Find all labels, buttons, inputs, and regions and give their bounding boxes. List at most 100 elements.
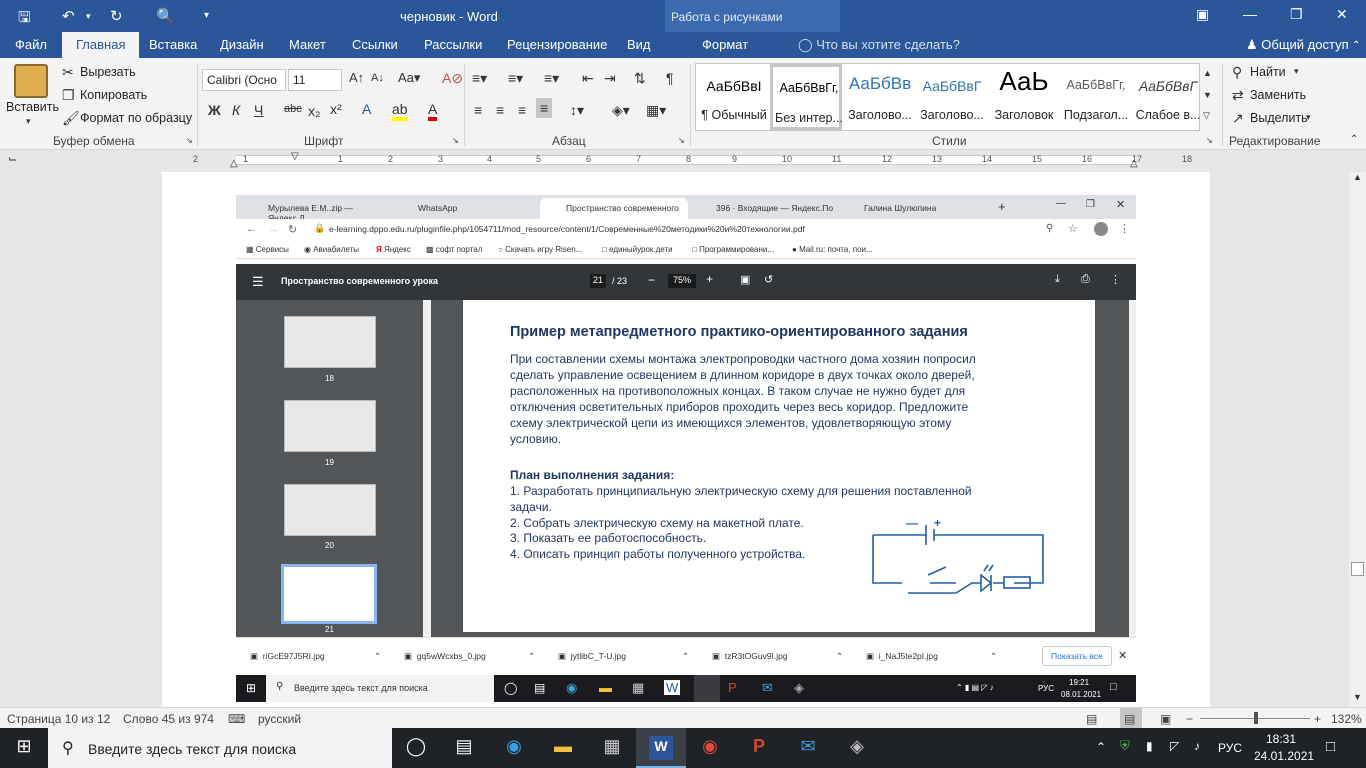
numbering-icon[interactable]: ≡▾ (508, 70, 523, 87)
horizontal-ruler[interactable]: ⌙ 2 1 1 2 3 4 5 6 7 8 9 10 11 12 13 14 1… (0, 150, 1366, 170)
inner-word-icon[interactable]: W (664, 680, 681, 695)
bullets-icon[interactable]: ≡▾ (472, 70, 487, 87)
clear-formatting-icon[interactable]: A⊘ (442, 70, 463, 87)
style-subtle-emphasis[interactable]: АаБбВвГ Слабое в... (1132, 64, 1204, 130)
tray-overflow-icon[interactable]: ⌃ (1096, 740, 1106, 754)
borders-icon[interactable]: ▦▾ (646, 102, 666, 119)
tab-selector-icon[interactable]: ⌙ (8, 152, 17, 165)
save-icon[interactable]: 🖫 (18, 7, 31, 32)
download-item[interactable]: ▣ riGcE97J5RI.jpg (250, 651, 325, 662)
show-formatting-icon[interactable]: ¶ (666, 70, 674, 86)
page-thumbnail-selected[interactable] (281, 564, 377, 624)
browser-menu-icon[interactable]: ⋮ (1119, 222, 1130, 235)
page-count-status[interactable]: Страница 10 из 12 (7, 712, 110, 726)
task-view-icon[interactable]: ▤ (452, 736, 476, 760)
tab-layout[interactable]: Макет (289, 37, 326, 52)
download-chevron-icon[interactable]: ⌃ (528, 651, 535, 662)
bookmark[interactable]: Я Яндекс (376, 245, 411, 254)
cortana-icon[interactable]: ◯ (404, 736, 428, 760)
tab-file[interactable]: Файл (15, 37, 47, 52)
collapse-ribbon-icon[interactable]: ⌃ (1352, 40, 1360, 51)
new-tab-icon[interactable]: + (998, 199, 1006, 214)
format-painter-button[interactable]: Формат по образцу (80, 111, 192, 125)
fit-page-icon[interactable]: ▣ (740, 273, 750, 286)
styles-scroll-down-icon[interactable]: ▼ (1203, 90, 1212, 100)
download-item[interactable]: ▣ jytlibC_T-U.jpg (558, 651, 626, 662)
tab-mailings[interactable]: Рассылки (424, 37, 482, 52)
font-size-combo[interactable]: 11 (288, 69, 342, 91)
browser-restore-icon[interactable]: ❐ (1086, 199, 1095, 210)
zoom-out-icon[interactable]: − (648, 273, 655, 287)
change-case-icon[interactable]: Aa▾ (398, 70, 420, 86)
bold-icon[interactable]: Ж (208, 102, 221, 118)
right-indent-marker-icon[interactable]: △ (1130, 158, 1138, 169)
url-field[interactable]: e-learning.dppo.edu.ru/pluginfile.php/10… (329, 224, 805, 234)
bookmark[interactable]: □ Программировани... (692, 245, 774, 254)
tab-insert[interactable]: Вставка (149, 37, 197, 52)
start-icon[interactable]: ⊞ (12, 736, 36, 760)
shading-icon[interactable]: ◈▾ (612, 102, 630, 119)
inner-tray-icons[interactable]: ⌃ ▮ ▤ ◸ ♪ (956, 683, 994, 692)
bookmark-apps[interactable]: ▦ Сервисы (246, 245, 289, 254)
align-left-icon[interactable]: ≡ (474, 102, 482, 118)
file-explorer-icon[interactable]: ▬ (551, 736, 575, 760)
browser-tab[interactable]: Мурылева Е.М..zip — Яндекс.Д (242, 198, 388, 223)
print-preview-icon[interactable]: 🔍 (156, 7, 175, 25)
read-mode-icon[interactable]: ▤ (1086, 712, 1097, 726)
zoom-level[interactable]: 132% (1331, 712, 1362, 726)
download-chevron-icon[interactable]: ⌃ (990, 651, 997, 662)
grow-font-icon[interactable]: A↑ (349, 70, 364, 85)
tab-home[interactable]: Главная (62, 32, 140, 58)
download-item[interactable]: ▣ i_NaJ5te2pI.jpg (866, 651, 938, 662)
collapse-ribbon-chevron-icon[interactable]: ⌃ (1350, 134, 1358, 145)
inner-language[interactable]: РУС (1038, 684, 1054, 693)
bookmark-star-icon[interactable]: ☆ (1068, 222, 1078, 235)
scroll-down-icon[interactable]: ▼ (1353, 692, 1362, 702)
cut-button[interactable]: Вырезать (80, 65, 136, 79)
reload-icon[interactable]: ↻ (288, 223, 297, 236)
network-icon[interactable]: ◸ (1170, 739, 1179, 753)
word-count-status[interactable]: Слово 45 из 974 (123, 712, 214, 726)
paragraph-launcher-icon[interactable]: ↘ (678, 136, 685, 145)
page-thumbnail[interactable] (284, 316, 376, 368)
page-thumbnail[interactable] (284, 400, 376, 452)
browser-tab[interactable]: 396 · Входящие — Яндекс.По (690, 198, 836, 219)
superscript-icon[interactable]: x² (330, 101, 342, 117)
download-item[interactable]: ▣ gq5wWcxbs_0.jpg (404, 651, 486, 662)
inner-calculator-icon[interactable]: ▦ (632, 680, 644, 696)
inner-powerpoint-icon[interactable]: P (728, 680, 737, 695)
undo-icon[interactable]: ↶ (62, 7, 75, 25)
left-indent-marker-icon[interactable]: △ (230, 158, 238, 169)
minimize-button[interactable]: — (1243, 6, 1257, 22)
back-icon[interactable]: ← (246, 223, 257, 235)
tab-references[interactable]: Ссылки (352, 37, 398, 52)
undo-dropdown-icon[interactable]: ▾ (86, 11, 91, 22)
pdf-scrollbar[interactable] (1129, 300, 1136, 637)
taskbar-search-box[interactable]: ⚲ Введите здесь текст для поиска (48, 728, 392, 768)
sort-icon[interactable]: ⇅ (634, 70, 646, 87)
print-layout-icon[interactable]: ▤ (1120, 708, 1142, 728)
embedded-screenshot-image[interactable]: Мурылева Е.М..zip — Яндекс.Д WhatsApp Пр… (236, 195, 1136, 702)
powerpoint-icon[interactable]: P (747, 736, 771, 760)
inner-taskview-icon[interactable]: ▤ (534, 681, 545, 695)
shrink-font-icon[interactable]: A↓ (371, 72, 384, 84)
language-status[interactable]: русский (258, 712, 301, 726)
download-item[interactable]: ▣ tzR3tOGuv9I.jpg (712, 651, 788, 662)
restore-button[interactable]: ❐ (1290, 6, 1303, 23)
increase-indent-icon[interactable]: ⇥ (604, 70, 616, 87)
select-dropdown-icon[interactable]: ▾ (1306, 112, 1311, 123)
clipboard-launcher-icon[interactable]: ↘ (186, 136, 193, 145)
inner-chrome-icon[interactable] (694, 675, 720, 702)
bookmark[interactable]: ◉ Авиабилеты (304, 245, 359, 254)
justify-icon[interactable]: ≡ (536, 98, 553, 118)
calculator-icon[interactable]: ▦ (600, 736, 624, 760)
word-taskbar-button[interactable]: W (636, 728, 686, 768)
vertical-scrollbar[interactable]: ▲ ▼ (1349, 172, 1366, 707)
forward-icon[interactable]: → (268, 223, 279, 235)
first-line-indent-marker-icon[interactable]: ▽ (291, 151, 299, 162)
close-downloads-icon[interactable]: ✕ (1118, 649, 1127, 662)
mail-icon[interactable]: ✉ (796, 736, 820, 760)
input-language[interactable]: РУС (1218, 741, 1242, 755)
style-subtitle[interactable]: АаБбВвГг, Подзагол... (1060, 64, 1132, 130)
show-all-downloads-button[interactable]: Показать все (1042, 646, 1112, 666)
